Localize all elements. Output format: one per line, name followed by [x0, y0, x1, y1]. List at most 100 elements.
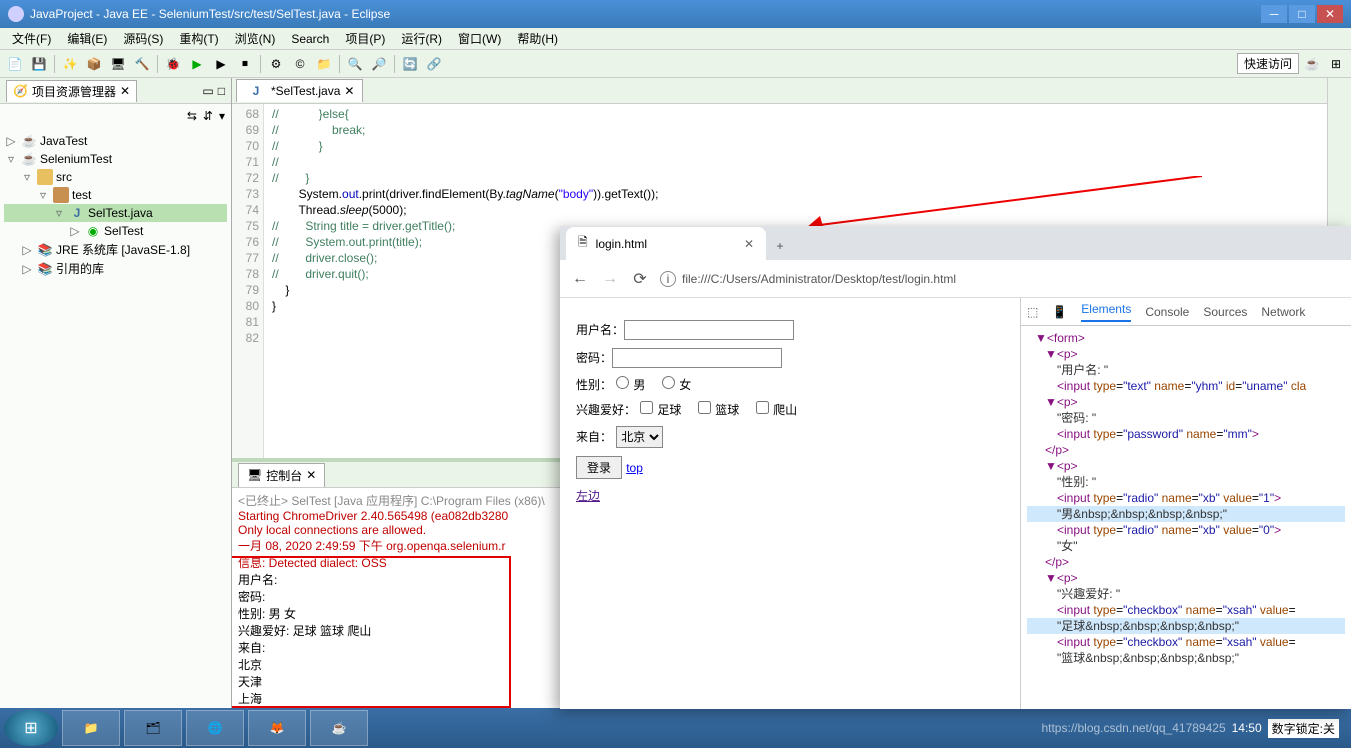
password-input[interactable] [612, 348, 782, 368]
maximize-view-icon[interactable]: □ [218, 84, 225, 98]
menu-file[interactable]: 文件(F) [4, 28, 59, 49]
watermark: https://blog.csdn.net/qq_41789425 [1041, 721, 1225, 735]
inspect-icon[interactable]: ⬚ [1027, 305, 1038, 319]
taskbar-files[interactable]: 🗂 [124, 710, 182, 746]
devtools: ⬚ 📱 Elements Console Sources Network ▼<f… [1020, 298, 1351, 709]
coverage-icon[interactable]: ▶ [210, 53, 232, 75]
menu-help[interactable]: 帮助(H) [509, 28, 566, 49]
perspective-icon[interactable]: ⊞ [1325, 53, 1347, 75]
project-explorer-tab[interactable]: 🧭 项目资源管理器 ✕ [6, 80, 137, 102]
tab-close-icon[interactable]: ✕ [306, 468, 316, 482]
stop-icon[interactable]: ⏹ [234, 53, 256, 75]
search-icon[interactable]: 🔎 [368, 53, 390, 75]
chrome-window: 🗎 login.html ✕ + ← → ⟳ ifile:///C:/Users… [560, 226, 1351, 709]
debug-icon[interactable]: 🐞 [162, 53, 184, 75]
external-icon[interactable]: ⚙ [265, 53, 287, 75]
elements-panel[interactable]: ▼<form> ▼<p> "用户名: " <input type="text" … [1021, 326, 1351, 709]
tree-class-seltest[interactable]: ▷◉SelTest [4, 222, 227, 240]
collapse-all-icon[interactable]: ⇆ [187, 109, 197, 123]
project-tree: ▷☕JavaTest ▿☕SeleniumTest ▿src ▿test ▿JS… [0, 128, 231, 708]
device-icon[interactable]: 📱 [1052, 305, 1067, 319]
checkbox-basketball[interactable] [698, 401, 711, 414]
menu-source[interactable]: 源码(S) [115, 28, 171, 49]
browser-tab[interactable]: 🗎 login.html ✕ [566, 227, 766, 260]
radio-female[interactable] [662, 376, 675, 389]
tray-time[interactable]: 14:50 [1232, 721, 1262, 735]
taskbar-explorer[interactable]: 📁 [62, 710, 120, 746]
info-icon[interactable]: i [660, 271, 676, 287]
tree-referenced[interactable]: ▷📚引用的库 [4, 259, 227, 278]
reload-button[interactable]: ⟳ [630, 269, 650, 289]
server-icon[interactable]: 🖥 [107, 53, 129, 75]
devtools-tab-elements[interactable]: Elements [1081, 302, 1131, 322]
from-select[interactable]: 北京 [616, 426, 663, 448]
tree-file-seltest[interactable]: ▿JSelTest.java [4, 204, 227, 222]
wizard-icon[interactable]: ✨ [59, 53, 81, 75]
menu-window[interactable]: 窗口(W) [450, 28, 509, 49]
package-icon[interactable]: 📦 [83, 53, 105, 75]
quick-access[interactable]: 快速访问 [1237, 53, 1299, 74]
console-tab[interactable]: 🖥 控制台 ✕ [238, 463, 325, 487]
address-bar[interactable]: ifile:///C:/Users/Administrator/Desktop/… [660, 271, 1341, 287]
run-icon[interactable]: ▶ [186, 53, 208, 75]
menubar: 文件(F) 编辑(E) 源码(S) 重构(T) 浏览(N) Search 项目(… [0, 28, 1351, 50]
checkbox-football[interactable] [640, 401, 653, 414]
menu-navigate[interactable]: 浏览(N) [227, 28, 284, 49]
menu-search[interactable]: Search [283, 30, 337, 48]
tree-pkg-test[interactable]: ▿test [4, 186, 227, 204]
minimize-button[interactable]: ─ [1261, 5, 1287, 23]
login-button[interactable]: 登录 [576, 456, 622, 479]
minimize-view-icon[interactable]: ▭ [202, 84, 213, 98]
editor-tab-seltest[interactable]: J *SelTest.java ✕ [236, 79, 363, 102]
taskbar-firefox[interactable]: 🦊 [248, 710, 306, 746]
build-icon[interactable]: 🔨 [131, 53, 153, 75]
tab-close-icon[interactable]: ✕ [344, 84, 354, 98]
menu-refactor[interactable]: 重构(T) [171, 28, 226, 49]
devtools-tab-sources[interactable]: Sources [1203, 305, 1247, 319]
start-button[interactable]: ⊞ [4, 710, 58, 746]
sync-icon[interactable]: 🔄 [399, 53, 421, 75]
window-titlebar: JavaProject - Java EE - SeleniumTest/src… [0, 0, 1351, 28]
save-icon[interactable]: 💾 [28, 53, 50, 75]
tab-close-icon[interactable]: ✕ [744, 237, 754, 251]
menu-run[interactable]: 运行(R) [393, 28, 450, 49]
tree-project-javatest[interactable]: ▷☕JavaTest [4, 132, 227, 150]
taskbar-chrome[interactable]: 🌐 [186, 710, 244, 746]
perspective-javaee-icon[interactable]: ☕ [1301, 53, 1323, 75]
project-explorer: 🧭 项目资源管理器 ✕ ▭ □ ⇆ ⇵ ▾ ▷☕JavaTest ▿☕Selen… [0, 78, 232, 708]
new-tab-button[interactable]: + [766, 232, 794, 260]
java-file-icon: J [248, 83, 264, 99]
console-icon: 🖥 [247, 468, 262, 482]
top-link[interactable]: top [626, 461, 643, 475]
link-icon[interactable]: 🔗 [423, 53, 445, 75]
devtools-tab-console[interactable]: Console [1145, 305, 1189, 319]
tab-close-icon[interactable]: ✕ [120, 84, 130, 98]
tree-jre[interactable]: ▷📚JRE 系统库 [JavaSE-1.8] [4, 240, 227, 259]
src-folder-icon [37, 169, 53, 185]
class-icon: ◉ [85, 223, 101, 239]
menu-project[interactable]: 项目(P) [337, 28, 393, 49]
checkbox-climbing[interactable] [756, 401, 769, 414]
new-icon[interactable]: 📄 [4, 53, 26, 75]
username-input[interactable] [624, 320, 794, 340]
tree-src[interactable]: ▿src [4, 168, 227, 186]
page-content: 用户名： 密码： 性别： 男 女 兴趣爱好： 足球 篮球 爬山 来自： 北京 登… [560, 298, 1020, 709]
new-class-icon[interactable]: © [289, 53, 311, 75]
forward-button[interactable]: → [600, 269, 620, 289]
tree-project-seleniumtest[interactable]: ▿☕SeleniumTest [4, 150, 227, 168]
left-link[interactable]: 左边 [576, 489, 600, 503]
devtools-tab-network[interactable]: Network [1261, 305, 1305, 319]
new-pkg-icon[interactable]: 📁 [313, 53, 335, 75]
open-type-icon[interactable]: 🔍 [344, 53, 366, 75]
project-icon: ☕ [21, 133, 37, 149]
back-button[interactable]: ← [570, 269, 590, 289]
explorer-icon: 🧭 [13, 84, 28, 98]
radio-male[interactable] [616, 376, 629, 389]
close-button[interactable]: ✕ [1317, 5, 1343, 23]
taskbar-eclipse[interactable]: ☕ [310, 710, 368, 746]
view-menu-icon[interactable]: ▾ [219, 109, 225, 123]
link-editor-icon[interactable]: ⇵ [203, 109, 213, 123]
eclipse-icon [8, 6, 24, 22]
menu-edit[interactable]: 编辑(E) [59, 28, 115, 49]
maximize-button[interactable]: □ [1289, 5, 1315, 23]
